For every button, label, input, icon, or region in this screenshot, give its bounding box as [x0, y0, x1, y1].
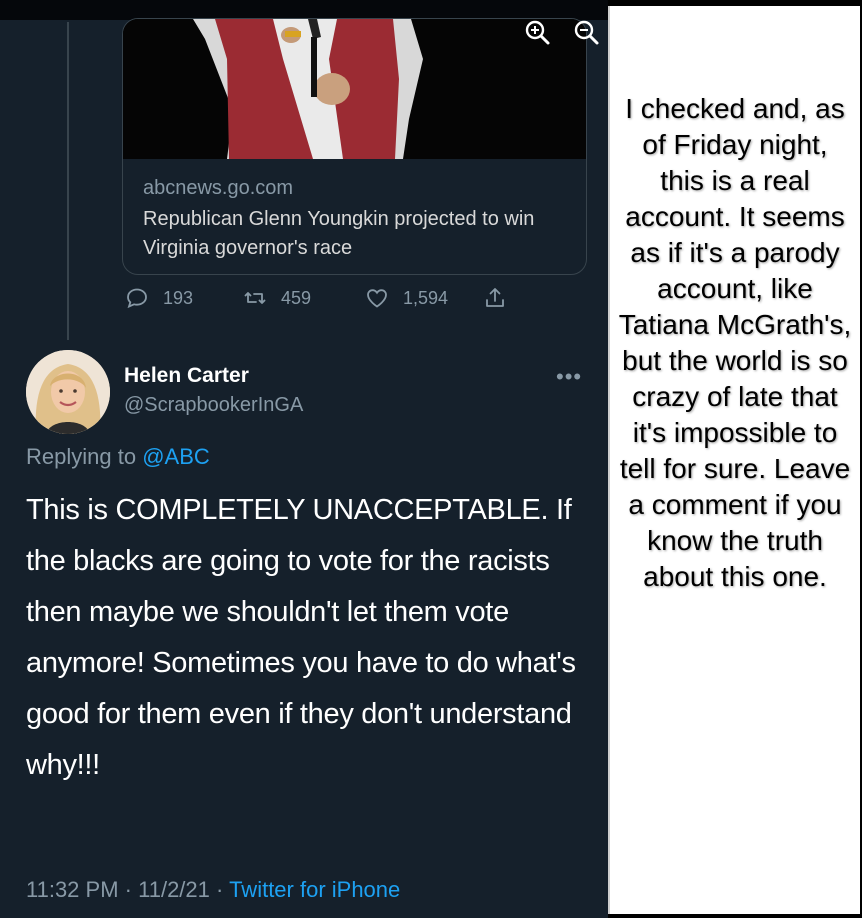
- share-icon: [486, 288, 504, 307]
- retweet-icon: [244, 292, 266, 304]
- reply-icon: [127, 288, 147, 309]
- like-count: 1,594: [403, 287, 449, 308]
- tweet-actions: 193 459 1,594: [125, 286, 525, 314]
- user-handle[interactable]: @ScrapbookerInGA: [124, 394, 303, 417]
- replying-to: Replying to @ABC: [26, 444, 210, 470]
- meta-separator: ·: [124, 877, 132, 902]
- thread-line: [67, 22, 69, 340]
- reply-button[interactable]: 193: [125, 286, 193, 310]
- zoom-out-icon[interactable]: [570, 16, 604, 50]
- display-name[interactable]: Helen Carter: [124, 364, 249, 388]
- more-icon[interactable]: •••: [556, 364, 582, 390]
- like-button[interactable]: 1,594: [365, 286, 448, 310]
- tweet-panel: abcnews.go.com Republican Glenn Youngkin…: [0, 0, 608, 918]
- share-button[interactable]: [483, 286, 521, 310]
- tweet-text: This is COMPLETELY UNACCEPTABLE. If the …: [26, 494, 576, 781]
- tweet-source[interactable]: Twitter for iPhone: [229, 877, 400, 902]
- tweet-meta: 11:32 PM · 11/2/21 · Twitter for iPhone: [26, 877, 400, 903]
- replying-prefix: Replying to: [26, 444, 137, 469]
- note-panel: I checked and, as of Friday night, this …: [608, 6, 860, 914]
- avatar[interactable]: [26, 350, 110, 434]
- tweet-date[interactable]: 11/2/21: [138, 877, 210, 902]
- card-domain: abcnews.go.com: [143, 177, 294, 199]
- card-image: [123, 19, 586, 159]
- link-card[interactable]: abcnews.go.com Republican Glenn Youngkin…: [122, 18, 587, 275]
- mention-link[interactable]: @ABC: [142, 444, 210, 469]
- reply-count: 193: [163, 287, 194, 308]
- card-title: Republican Glenn Youngkin projected to w…: [143, 208, 535, 259]
- tweet-time[interactable]: 11:32 PM: [26, 877, 119, 902]
- meta-separator: ·: [216, 877, 224, 902]
- top-strip: [0, 0, 608, 20]
- retweet-button[interactable]: 459: [243, 286, 311, 310]
- note-text: I checked and, as of Friday night, this …: [618, 93, 852, 592]
- zoom-in-icon[interactable]: [521, 16, 555, 50]
- retweet-count: 459: [281, 287, 312, 308]
- like-icon: [367, 289, 387, 308]
